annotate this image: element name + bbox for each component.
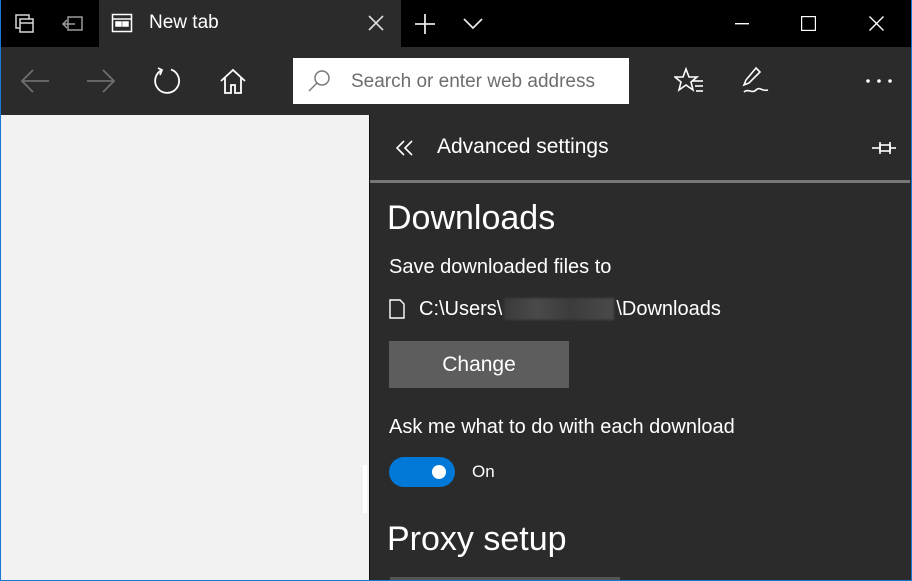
- save-location-label: Save downloaded files to: [389, 256, 612, 278]
- close-window-icon[interactable]: [843, 0, 909, 47]
- double-chevron-left-icon[interactable]: [390, 133, 420, 163]
- change-button[interactable]: Change: [389, 341, 569, 388]
- proxy-button-peek[interactable]: [390, 577, 620, 580]
- ask-download-label: Ask me what to do with each download: [389, 416, 735, 438]
- advanced-settings-panel: Advanced settings Downloads Save downloa…: [369, 115, 911, 580]
- tab-menu-icon[interactable]: [457, 8, 489, 40]
- page-content: [1, 115, 369, 580]
- panel-divider: [370, 180, 910, 183]
- refresh-icon[interactable]: [147, 61, 187, 101]
- proxy-setup-heading: Proxy setup: [387, 520, 567, 558]
- browser-window: New tab Search or enter web address Adva…: [0, 0, 912, 581]
- redacted-username: [504, 298, 615, 320]
- back-icon[interactable]: [15, 61, 55, 101]
- search-input-placeholder[interactable]: Search or enter web address: [351, 71, 595, 93]
- toggle-knob: [432, 465, 446, 479]
- panel-header: Advanced settings: [370, 115, 911, 181]
- downloads-heading: Downloads: [387, 199, 556, 237]
- web-note-icon[interactable]: [735, 61, 775, 101]
- file-icon: [389, 299, 405, 319]
- download-path-prefix: C:\Users\: [419, 297, 503, 320]
- maximize-icon[interactable]: [775, 0, 841, 47]
- download-path: C:\Users\ \Downloads: [389, 295, 721, 323]
- tab-new-tab[interactable]: New tab: [99, 0, 401, 47]
- tab-title: New tab: [149, 12, 219, 33]
- more-icon[interactable]: [859, 61, 899, 101]
- forward-icon[interactable]: [81, 61, 121, 101]
- toggle-state-label: On: [472, 462, 495, 481]
- close-tab-icon[interactable]: [361, 8, 391, 38]
- tab-favicon-icon: [111, 12, 133, 34]
- ask-download-toggle[interactable]: [389, 457, 455, 487]
- search-icon: [307, 69, 331, 93]
- tab-preview-icon[interactable]: [5, 0, 45, 47]
- address-bar[interactable]: Search or enter web address: [293, 58, 629, 104]
- pin-icon[interactable]: [866, 133, 902, 163]
- new-tab-icon[interactable]: [409, 8, 441, 40]
- title-bar: New tab: [1, 0, 911, 47]
- navigation-bar: Search or enter web address: [1, 47, 911, 115]
- set-aside-tabs-icon[interactable]: [53, 0, 93, 47]
- home-icon[interactable]: [213, 61, 253, 101]
- favorites-icon[interactable]: [669, 61, 709, 101]
- panel-title: Advanced settings: [437, 135, 609, 158]
- minimize-icon[interactable]: [709, 0, 775, 47]
- download-path-suffix: \Downloads: [616, 297, 721, 320]
- page-scrollbar[interactable]: [363, 465, 367, 513]
